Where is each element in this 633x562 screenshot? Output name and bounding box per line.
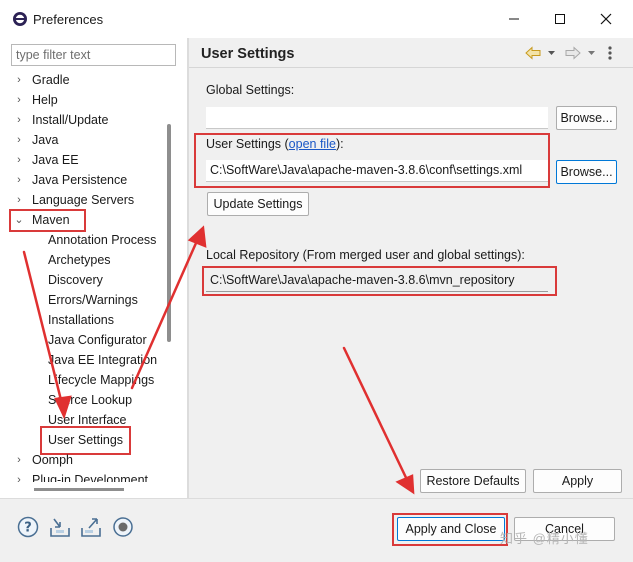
update-settings-button[interactable]: Update Settings xyxy=(207,192,309,216)
tree-item-lifecycle-mappings[interactable]: Lifecycle Mappings xyxy=(48,370,154,390)
annotation-box-apply-and-close xyxy=(392,513,508,546)
svg-text:?: ? xyxy=(24,521,32,536)
maximize-button[interactable] xyxy=(549,8,571,30)
tree-item-oomph[interactable]: › Oomph xyxy=(14,450,73,470)
chevron-right-icon[interactable]: › xyxy=(14,110,24,130)
chevron-right-icon[interactable]: › xyxy=(14,90,24,110)
tree-item-install-update[interactable]: › Install/Update xyxy=(14,110,108,130)
export-icon[interactable] xyxy=(80,516,102,538)
tree-item-plugin-development[interactable]: › Plug-in Development xyxy=(14,470,148,482)
apply-button[interactable]: Apply xyxy=(533,469,622,493)
global-settings-label: Global Settings: xyxy=(206,83,295,97)
tree-item-java-persistence[interactable]: › Java Persistence xyxy=(14,170,127,190)
tree-item-help[interactable]: › Help xyxy=(14,90,58,110)
local-repository-label: Local Repository (From merged user and g… xyxy=(206,248,525,262)
chevron-right-icon[interactable]: › xyxy=(14,170,24,190)
back-arrow-icon[interactable] xyxy=(525,46,541,63)
tree-item-gradle[interactable]: › Gradle xyxy=(14,70,69,90)
view-menu-icon[interactable] xyxy=(605,44,615,65)
annotation-box-maven xyxy=(9,209,86,232)
tree-item-archetypes[interactable]: Archetypes xyxy=(48,250,111,270)
chevron-right-icon[interactable]: › xyxy=(14,470,24,482)
tree-item-installations[interactable]: Installations xyxy=(48,310,114,330)
chevron-right-icon[interactable]: › xyxy=(14,150,24,170)
chevron-right-icon[interactable]: › xyxy=(14,130,24,150)
annotation-box-user-settings-field xyxy=(194,133,550,188)
back-dropdown-icon[interactable] xyxy=(547,47,556,62)
forward-dropdown-icon[interactable] xyxy=(587,47,596,62)
watermark: 知乎 @精小懂 xyxy=(500,531,589,546)
window-title: Preferences xyxy=(33,12,104,27)
forward-arrow-icon[interactable] xyxy=(565,46,581,63)
chevron-right-icon[interactable]: › xyxy=(14,190,24,210)
record-icon[interactable] xyxy=(112,516,134,538)
title-separator xyxy=(189,67,633,68)
eclipse-app-icon xyxy=(12,11,28,27)
tree-horizontal-scrollbar[interactable] xyxy=(34,488,124,491)
tree-item-java-ee-integration[interactable]: Java EE Integration xyxy=(48,350,157,370)
import-icon[interactable] xyxy=(49,516,71,538)
help-icon[interactable]: ? xyxy=(17,516,39,538)
tree-item-java[interactable]: › Java xyxy=(14,130,58,150)
browse-global-settings-button[interactable]: Browse... xyxy=(556,106,617,130)
tree-item-language-servers[interactable]: › Language Servers xyxy=(14,190,134,210)
tree-item-errors-warnings[interactable]: Errors/Warnings xyxy=(48,290,138,310)
tree-vertical-scrollbar[interactable] xyxy=(167,124,171,342)
annotation-box-local-repository xyxy=(202,266,557,296)
page-title: User Settings xyxy=(201,46,295,62)
chevron-right-icon[interactable]: › xyxy=(14,450,24,470)
global-settings-field[interactable] xyxy=(206,107,548,129)
restore-defaults-button[interactable]: Restore Defaults xyxy=(420,469,526,493)
minimize-button[interactable] xyxy=(503,8,525,30)
browse-user-settings-button[interactable]: Browse... xyxy=(556,160,617,184)
chevron-right-icon[interactable]: › xyxy=(14,70,24,90)
close-button[interactable] xyxy=(595,8,617,30)
tree-item-java-configurator[interactable]: Java Configurator xyxy=(48,330,147,350)
tree-item-java-ee[interactable]: › Java EE xyxy=(14,150,78,170)
filter-input[interactable] xyxy=(11,44,176,66)
tree-item-discovery[interactable]: Discovery xyxy=(48,270,103,290)
tree-item-annotation-process[interactable]: Annotation Process xyxy=(48,230,156,250)
tree-item-source-lookup[interactable]: Source Lookup xyxy=(48,390,132,410)
